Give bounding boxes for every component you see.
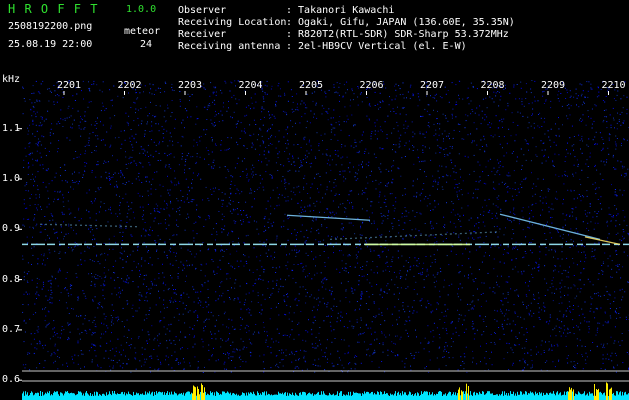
x-tick-label: 2208 xyxy=(480,80,505,91)
observer-label: Observer xyxy=(178,5,227,16)
x-tick-label: 2206 xyxy=(359,80,384,91)
x-tick-label: 2202 xyxy=(117,80,142,91)
receiver-label: Receiver xyxy=(178,29,227,40)
antenna-label: Receiving antenna xyxy=(178,41,281,52)
y-tick-label: 0.7 xyxy=(2,323,21,335)
observer-value: : Takanori Kawachi xyxy=(286,5,395,16)
x-tick-label: 2207 xyxy=(420,80,445,91)
location-label: Receiving Location xyxy=(178,17,287,28)
y-tick-label: 0.9 xyxy=(2,223,21,235)
x-tick-label: 2201 xyxy=(57,80,82,91)
y-unit-label: kHz xyxy=(2,74,21,85)
location-value: : Ogaki, Gifu, JAPAN (136.60E, 35.35N) xyxy=(286,17,515,28)
antenna-value: : 2el-HB9CV Vertical (el. E-W) xyxy=(286,41,467,52)
receiver-value: : R820T2(RTL-SDR) SDR-Sharp 53.372MHz xyxy=(286,29,509,40)
app-title: H R O F F T xyxy=(8,2,99,16)
hrofft-window: H R O F F T 1.0.0 2508192200.png 25.08.1… xyxy=(0,0,629,400)
x-tick-label: 2205 xyxy=(299,80,324,91)
x-tick-label: 2203 xyxy=(178,80,203,91)
y-tick-label: 1.1 xyxy=(2,122,21,134)
y-tick-label: 1.0 xyxy=(2,173,21,184)
app-version: 1.0.0 xyxy=(126,4,157,15)
spectrogram xyxy=(18,80,629,400)
y-tick-label: 0.8 xyxy=(2,273,21,285)
x-tick-label: 2210 xyxy=(601,80,626,91)
x-tick-label: 2204 xyxy=(238,80,263,91)
file-name: 2508192200.png xyxy=(8,21,93,32)
meteor-count: 24 xyxy=(140,39,153,50)
mode-label: meteor xyxy=(124,26,161,37)
date-time: 25.08.19 22:00 xyxy=(8,39,93,50)
x-tick-label: 2209 xyxy=(541,80,566,91)
y-tick-label: 0.6 xyxy=(2,374,21,386)
